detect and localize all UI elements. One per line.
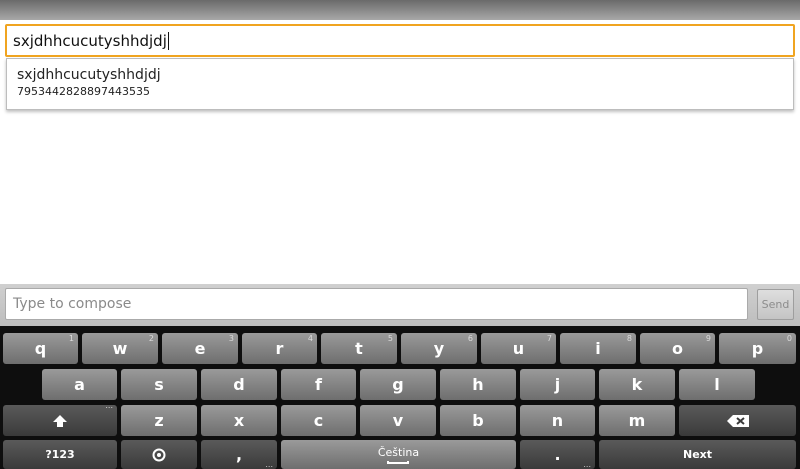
key-y[interactable]: y6	[401, 333, 477, 364]
key-r[interactable]: r4	[242, 333, 317, 364]
suggestion-name: sxjdhhcucutyshhdjdj	[17, 67, 161, 83]
comma-key[interactable]: ,...	[201, 440, 277, 469]
key-p[interactable]: p0	[719, 333, 796, 364]
key-b[interactable]: b	[440, 405, 516, 436]
status-bar	[0, 0, 800, 20]
key-f[interactable]: f	[281, 369, 356, 400]
settings-key[interactable]	[121, 440, 197, 469]
suggestion-number: 7953442828897443535	[17, 85, 150, 98]
backspace-key[interactable]	[679, 405, 796, 436]
soft-keyboard: q1 w2 e3 r4 t5 y6 u7 i8 o9 p0 a s d f g …	[0, 326, 800, 469]
space-bar-icon	[387, 460, 410, 464]
key-v[interactable]: v	[360, 405, 436, 436]
shift-arrow-icon	[53, 414, 67, 427]
shift-key[interactable]: ...	[3, 401, 117, 436]
key-k[interactable]: k	[599, 369, 675, 400]
key-l[interactable]: l	[679, 369, 755, 400]
key-n[interactable]: n	[520, 405, 595, 436]
key-i[interactable]: i8	[560, 333, 636, 364]
key-h[interactable]: h	[440, 369, 516, 400]
space-key[interactable]: Čeština	[281, 440, 516, 469]
key-z[interactable]: z	[121, 405, 197, 436]
space-language-label: Čeština	[377, 445, 420, 459]
key-e[interactable]: e3	[162, 333, 238, 364]
key-j[interactable]: j	[520, 369, 595, 400]
compose-bar: Type to compose Send	[0, 284, 800, 326]
send-button[interactable]: Send	[757, 289, 794, 320]
key-o[interactable]: o9	[640, 333, 715, 364]
key-t[interactable]: t5	[321, 333, 397, 364]
recipient-input-text: sxjdhhcucutyshhdjdj	[13, 31, 167, 50]
key-g[interactable]: g	[360, 369, 436, 400]
next-key[interactable]: Next	[599, 440, 796, 469]
period-key[interactable]: ....	[520, 440, 595, 469]
compose-input[interactable]: Type to compose	[5, 288, 748, 320]
key-s[interactable]: s	[121, 369, 197, 400]
key-a[interactable]: a	[42, 369, 117, 400]
key-u[interactable]: u7	[481, 333, 556, 364]
gear-icon	[152, 448, 166, 461]
key-d[interactable]: d	[201, 369, 277, 400]
key-x[interactable]: x	[201, 405, 277, 436]
backspace-icon	[726, 414, 749, 427]
key-c[interactable]: c	[281, 405, 356, 436]
recipient-input[interactable]: sxjdhhcucutyshhdjdj	[5, 24, 795, 57]
key-w[interactable]: w2	[82, 333, 158, 364]
contact-suggestion[interactable]: sxjdhhcucutyshhdjdj 7953442828897443535	[6, 58, 794, 110]
key-m[interactable]: m	[599, 405, 675, 436]
text-caret	[167, 31, 169, 50]
symbols-key[interactable]: ?123	[3, 440, 117, 469]
key-q[interactable]: q1	[3, 333, 78, 364]
